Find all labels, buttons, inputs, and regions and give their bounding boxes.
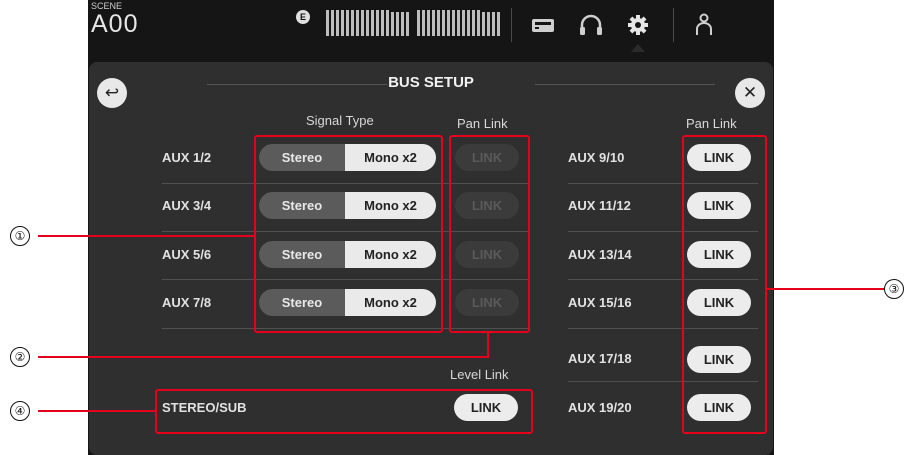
meter-bar — [401, 12, 404, 36]
close-button[interactable]: ✕ — [735, 78, 765, 108]
divider — [511, 8, 512, 42]
meter-bar — [361, 10, 364, 36]
callout-box-signal-type — [254, 135, 443, 333]
meter-bar — [391, 12, 394, 36]
meter-bar — [427, 10, 430, 36]
callout-line — [38, 235, 254, 237]
meter-bar — [396, 12, 399, 36]
meter-bar — [467, 10, 470, 36]
status-bar: SCENE A00 E — [88, 0, 774, 52]
meter-bar — [341, 10, 344, 36]
callout-marker-1: ① — [10, 226, 30, 246]
callout-line — [38, 410, 155, 412]
meter-bar — [472, 10, 475, 36]
meter-bar — [462, 10, 465, 36]
headphones-icon[interactable] — [577, 8, 605, 42]
bus-label: AUX 5/6 — [162, 247, 212, 262]
bus-label: AUX 3/4 — [162, 198, 212, 213]
meter-bar — [346, 10, 349, 36]
meter-bar — [356, 10, 359, 36]
meter-bar — [371, 10, 374, 36]
dialog-title: BUS SETUP — [388, 74, 474, 91]
pan-link-header-right: Pan Link — [686, 116, 737, 131]
meter-bar — [477, 10, 480, 36]
meter-bar — [326, 10, 329, 36]
meter-bar — [482, 12, 485, 36]
callout-line — [487, 333, 489, 358]
meter-bar — [422, 10, 425, 36]
edit-badge: E — [296, 10, 310, 24]
meter-bar — [457, 10, 460, 36]
meter-bar — [437, 10, 440, 36]
divider — [673, 8, 674, 42]
bus-label: AUX 17/18 — [568, 351, 632, 366]
callout-box-pan-link — [449, 135, 530, 333]
meter-bar — [497, 12, 500, 36]
active-tab-indicator — [631, 44, 645, 52]
bus-label: AUX 15/16 — [568, 295, 632, 310]
signal-type-header: Signal Type — [306, 113, 374, 128]
meter-bar — [331, 10, 334, 36]
meter-bar — [336, 10, 339, 36]
callout-line — [767, 288, 892, 290]
meter-bar — [406, 12, 409, 36]
meter-bar — [376, 10, 379, 36]
meter-bar — [366, 10, 369, 36]
meter-bar — [432, 10, 435, 36]
bus-label: AUX 7/8 — [162, 295, 212, 310]
user-icon[interactable] — [690, 8, 718, 42]
pan-link-header: Pan Link — [457, 116, 508, 131]
level-link-header: Level Link — [450, 367, 509, 382]
callout-box-level-link — [155, 389, 533, 434]
scene-name[interactable]: A00 — [91, 10, 138, 39]
level-meter-strip[interactable] — [326, 8, 502, 36]
callout-box-right-pan-link — [682, 135, 767, 434]
meter-bar — [442, 10, 445, 36]
meter-bar — [417, 10, 420, 36]
bus-label: AUX 9/10 — [568, 150, 625, 165]
meter-bar — [351, 10, 354, 36]
callout-marker-3: ③ — [884, 279, 904, 299]
meter-bar — [447, 10, 450, 36]
memory-card-icon[interactable] — [529, 8, 557, 42]
meter-bar — [492, 12, 495, 36]
callout-marker-4: ④ — [10, 401, 30, 421]
meter-bar — [487, 12, 490, 36]
gear-icon[interactable] — [624, 8, 652, 42]
bus-label: AUX 1/2 — [162, 150, 212, 165]
callout-marker-2: ② — [10, 347, 30, 367]
meter-bar — [452, 10, 455, 36]
divider — [535, 84, 715, 85]
bus-label: AUX 19/20 — [568, 400, 632, 415]
meter-bar — [386, 10, 389, 36]
bus-label: AUX 11/12 — [568, 198, 631, 213]
bus-label: AUX 13/14 — [568, 247, 632, 262]
meter-bar — [381, 10, 384, 36]
callout-line — [38, 356, 488, 358]
